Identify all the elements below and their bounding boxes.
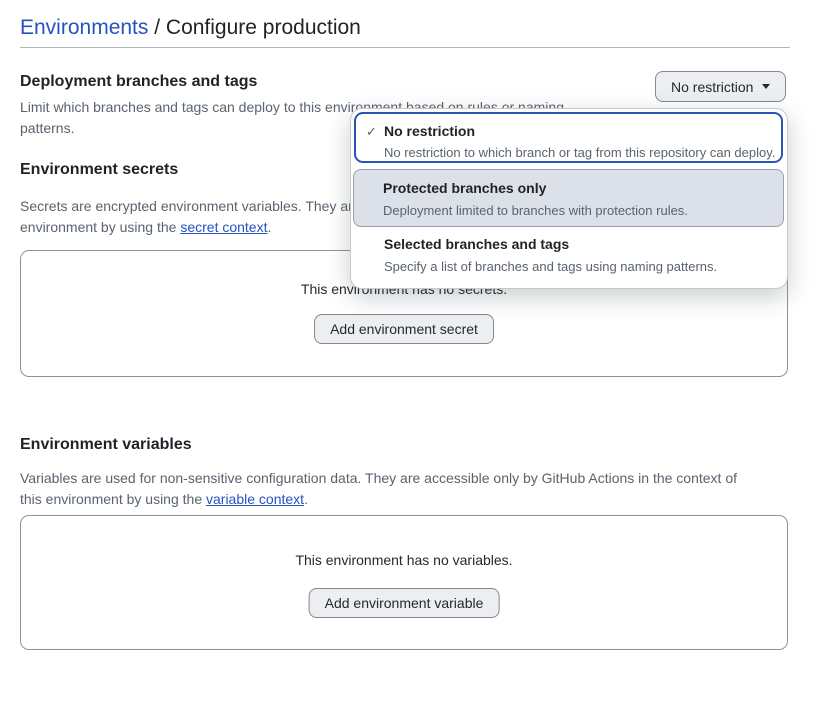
title-divider bbox=[20, 47, 790, 48]
secret-context-link[interactable]: secret context bbox=[180, 219, 267, 235]
menu-item-title: Selected branches and tags bbox=[384, 236, 569, 252]
variables-description-line2: this environment by using the variable c… bbox=[20, 489, 308, 509]
menu-item-protected-branches[interactable]: Protected branches only Deployment limit… bbox=[353, 169, 784, 227]
menu-item-selected-branches[interactable]: Selected branches and tags Specify a lis… bbox=[354, 229, 783, 287]
variables-description-suffix: . bbox=[304, 491, 308, 507]
variables-empty-box: This environment has no variables. Add e… bbox=[20, 515, 788, 650]
check-icon: ✓ bbox=[366, 124, 377, 140]
environments-breadcrumb-link[interactable]: Environments bbox=[20, 16, 148, 39]
variables-empty-message: This environment has no variables. bbox=[21, 552, 787, 568]
environment-config-page: Environments / Configure production Depl… bbox=[0, 0, 830, 715]
caret-down-icon bbox=[762, 84, 770, 89]
menu-item-no-restriction[interactable]: ✓ No restriction No restriction to which… bbox=[354, 112, 783, 163]
restriction-selector-label: No restriction bbox=[671, 79, 753, 95]
deployment-branches-heading: Deployment branches and tags bbox=[20, 73, 257, 91]
secrets-description-prefix: environment by using the bbox=[20, 219, 180, 235]
menu-item-description: Deployment limited to branches with prot… bbox=[383, 203, 688, 218]
deployment-restriction-menu: ✓ No restriction No restriction to which… bbox=[350, 108, 788, 289]
variable-context-link[interactable]: variable context bbox=[206, 491, 304, 507]
environment-secrets-heading: Environment secrets bbox=[20, 161, 178, 179]
add-environment-variable-button[interactable]: Add environment variable bbox=[309, 588, 500, 618]
menu-item-description: No restriction to which branch or tag fr… bbox=[384, 145, 775, 160]
menu-item-title: No restriction bbox=[384, 123, 475, 139]
breadcrumb-separator: / bbox=[148, 16, 166, 39]
secrets-description-line2: environment by using the secret context. bbox=[20, 217, 271, 237]
environment-variables-heading: Environment variables bbox=[20, 436, 192, 454]
add-environment-variable-label: Add environment variable bbox=[325, 595, 484, 611]
deployment-description-line2: patterns. bbox=[20, 118, 74, 138]
add-environment-secret-button[interactable]: Add environment secret bbox=[314, 314, 494, 344]
menu-item-title: Protected branches only bbox=[383, 180, 546, 196]
variables-description-prefix: this environment by using the bbox=[20, 491, 206, 507]
menu-item-description: Specify a list of branches and tags usin… bbox=[384, 259, 717, 274]
breadcrumb-current: Configure production bbox=[166, 16, 361, 39]
variables-description-line1: Variables are used for non-sensitive con… bbox=[20, 468, 737, 488]
page-title: Environments / Configure production bbox=[20, 15, 361, 41]
secrets-description-suffix: . bbox=[267, 219, 271, 235]
restriction-selector-button[interactable]: No restriction bbox=[655, 71, 786, 102]
add-environment-secret-label: Add environment secret bbox=[330, 321, 478, 337]
